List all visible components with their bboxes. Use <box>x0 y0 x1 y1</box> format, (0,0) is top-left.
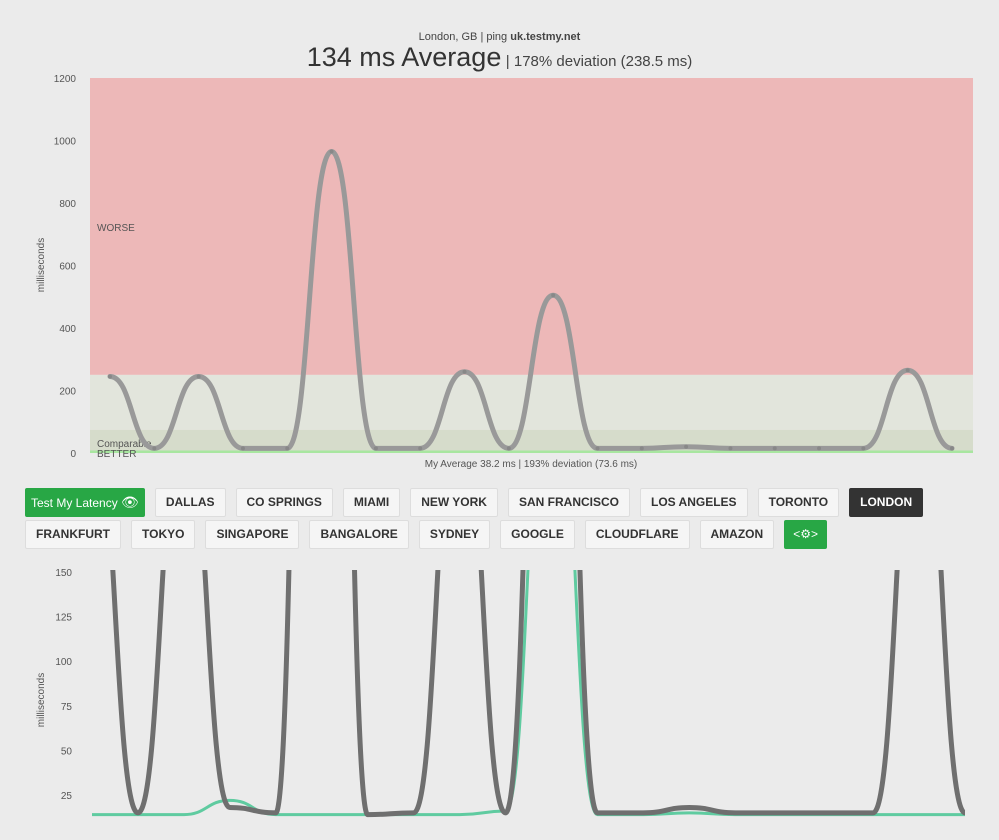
data-point <box>462 369 467 374</box>
server-button-frankfurt[interactable]: FRANKFURT <box>25 520 121 549</box>
y-tick: 100 <box>55 657 72 668</box>
y-tick: 400 <box>59 324 76 335</box>
data-point <box>196 374 201 379</box>
data-point <box>950 446 954 451</box>
server-button-london[interactable]: LONDON <box>849 488 924 517</box>
y-tick: 800 <box>59 199 76 210</box>
data-point <box>905 368 910 373</box>
data-point <box>595 446 600 451</box>
lines <box>91 570 968 818</box>
server-button-amazon[interactable]: AMAZON <box>699 520 775 549</box>
data-point <box>817 446 822 451</box>
data-point <box>684 444 689 449</box>
data-point <box>329 149 334 154</box>
y-tick: 1000 <box>54 137 77 148</box>
y-tick: 200 <box>59 387 76 398</box>
server-buttons-row2: FRANKFURT TOKYO SINGAPORE BANGALORE SYDNEY GO… <box>25 520 827 549</box>
y-tick: 75 <box>61 702 73 713</box>
latency-zoom-chart: 25 50 75 100 125 150 milliseconds <box>36 568 968 818</box>
server-button-dallas[interactable]: DALLAS <box>154 488 226 517</box>
server-button-bangalore[interactable]: BANGALORE <box>309 520 409 549</box>
data-point <box>240 446 245 451</box>
data-point <box>108 374 112 379</box>
server-button-new-york[interactable]: NEW YORK <box>410 488 498 517</box>
data-point <box>772 446 777 451</box>
data-point <box>728 446 733 451</box>
y-axis-label: milliseconds <box>36 238 47 292</box>
y-tick: 1200 <box>54 74 77 85</box>
y-tick: 25 <box>61 791 73 802</box>
server-button-cloudflare[interactable]: CLOUDFLARE <box>584 520 690 549</box>
data-point <box>551 293 556 298</box>
server-button-toronto[interactable]: TORONTO <box>757 488 840 517</box>
better-line <box>90 450 973 453</box>
server-buttons-row1: Test My Latency 👁 DALLAS CO SPRINGS MIAMI N… <box>25 488 924 517</box>
zone-worse <box>90 78 973 375</box>
y-tick: 0 <box>70 449 76 460</box>
server-button-sydney[interactable]: SYDNEY <box>418 520 491 549</box>
data-point <box>861 446 866 451</box>
latency-chart: WORSEComparableBETTER0200400600800100012… <box>36 74 973 470</box>
zone-label-better: BETTER <box>97 449 136 460</box>
data-point <box>639 446 644 451</box>
test-my-latency-button[interactable]: Test My Latency 👁 <box>25 488 145 517</box>
eye-gear-icon: <⚙> <box>793 527 818 541</box>
y-tick: 600 <box>59 262 76 273</box>
server-button-google[interactable]: GOOGLE <box>500 520 575 549</box>
data-point <box>152 446 157 451</box>
server-button-los-angeles[interactable]: LOS ANGELES <box>640 488 748 517</box>
data-point <box>506 446 511 451</box>
server-button-tokyo[interactable]: TOKYO <box>131 520 196 549</box>
y-tick: 50 <box>61 746 73 757</box>
my-latency-line <box>91 570 965 817</box>
eye-icon: 👁 <box>121 494 139 510</box>
data-point <box>418 446 423 451</box>
zone-label-worse: WORSE <box>97 223 135 234</box>
server-button-co-springs[interactable]: CO SPRINGS <box>235 488 333 517</box>
server-button-singapore[interactable]: SINGAPORE <box>205 520 300 549</box>
y-axis-label: milliseconds <box>36 673 47 727</box>
data-point <box>285 446 290 451</box>
my-average-label: My Average 38.2 ms | 193% deviation (73.… <box>425 459 638 470</box>
eye-settings-button[interactable]: <⚙> <box>784 520 827 549</box>
server-button-miami[interactable]: MIAMI <box>342 488 401 517</box>
server-button-san-francisco[interactable]: SAN FRANCISCO <box>507 488 630 517</box>
y-tick: 150 <box>55 568 72 579</box>
data-point <box>373 446 378 451</box>
y-tick: 125 <box>55 613 72 624</box>
